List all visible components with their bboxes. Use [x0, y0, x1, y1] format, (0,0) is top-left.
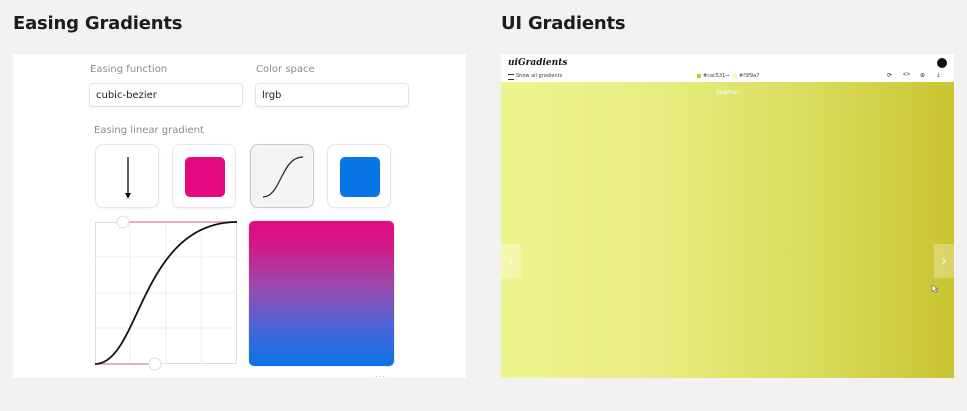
- direction-tile[interactable]: [95, 144, 159, 208]
- ui-gradients-panel: uiGradients Show all gradients #cac531 →…: [501, 54, 954, 378]
- gradient-name: Sulphur: [715, 89, 740, 96]
- ui-logo: uiGradients: [508, 58, 568, 68]
- ease-curve-icon: [262, 156, 304, 198]
- start-color-swatch: [185, 157, 225, 197]
- gradient-label: Easing linear gradient: [94, 125, 204, 136]
- show-all-gradients-link[interactable]: Show all gradients: [516, 73, 562, 79]
- easing-function-label: Easing function: [90, 64, 168, 75]
- color-a-chip: [697, 74, 701, 78]
- gradient-preview: [249, 221, 394, 366]
- add-icon[interactable]: ⊕: [920, 72, 925, 79]
- color-space-label: Color space: [256, 64, 315, 75]
- ui-header: uiGradients Show all gradients #cac531 →…: [501, 54, 954, 82]
- start-color-tile[interactable]: [172, 144, 236, 208]
- more-dots: ···: [375, 372, 386, 378]
- easing-gradient-panel: Easing function cubic-bezier Color space…: [13, 54, 466, 378]
- ui-gradients-title: UI Gradients: [501, 13, 626, 34]
- download-icon[interactable]: ⤓: [937, 72, 940, 79]
- cursor-icon: [931, 284, 939, 294]
- color-a-hex[interactable]: #cac531: [703, 73, 725, 79]
- easing-function-select[interactable]: cubic-bezier: [89, 83, 243, 107]
- easing-curve-tile[interactable]: [250, 144, 314, 208]
- rotate-icon[interactable]: ⟳: [887, 72, 892, 79]
- control-handle-1[interactable]: [116, 215, 130, 229]
- github-icon[interactable]: [937, 58, 947, 68]
- chevron-left-icon[interactable]: ‹: [501, 244, 521, 278]
- color-b-hex[interactable]: #f3f9a7: [739, 73, 759, 79]
- chevron-right-icon[interactable]: ›: [934, 244, 954, 278]
- color-b-chip: [733, 74, 737, 78]
- curve-editor[interactable]: [94, 215, 238, 371]
- menu-icon[interactable]: [508, 74, 514, 80]
- easing-gradients-title: Easing Gradients: [13, 13, 183, 34]
- end-color-swatch: [340, 157, 380, 197]
- arrow-down-icon: [125, 157, 131, 199]
- control-handle-2[interactable]: [148, 357, 162, 371]
- code-icon[interactable]: <>: [903, 72, 910, 78]
- gradient-display: Sulphur ‹ ›: [501, 82, 954, 378]
- color-space-select[interactable]: lrgb: [255, 83, 409, 107]
- curve-editor-graph: [94, 215, 238, 371]
- end-color-tile[interactable]: [327, 144, 391, 208]
- arrow-separator: →: [725, 73, 730, 79]
